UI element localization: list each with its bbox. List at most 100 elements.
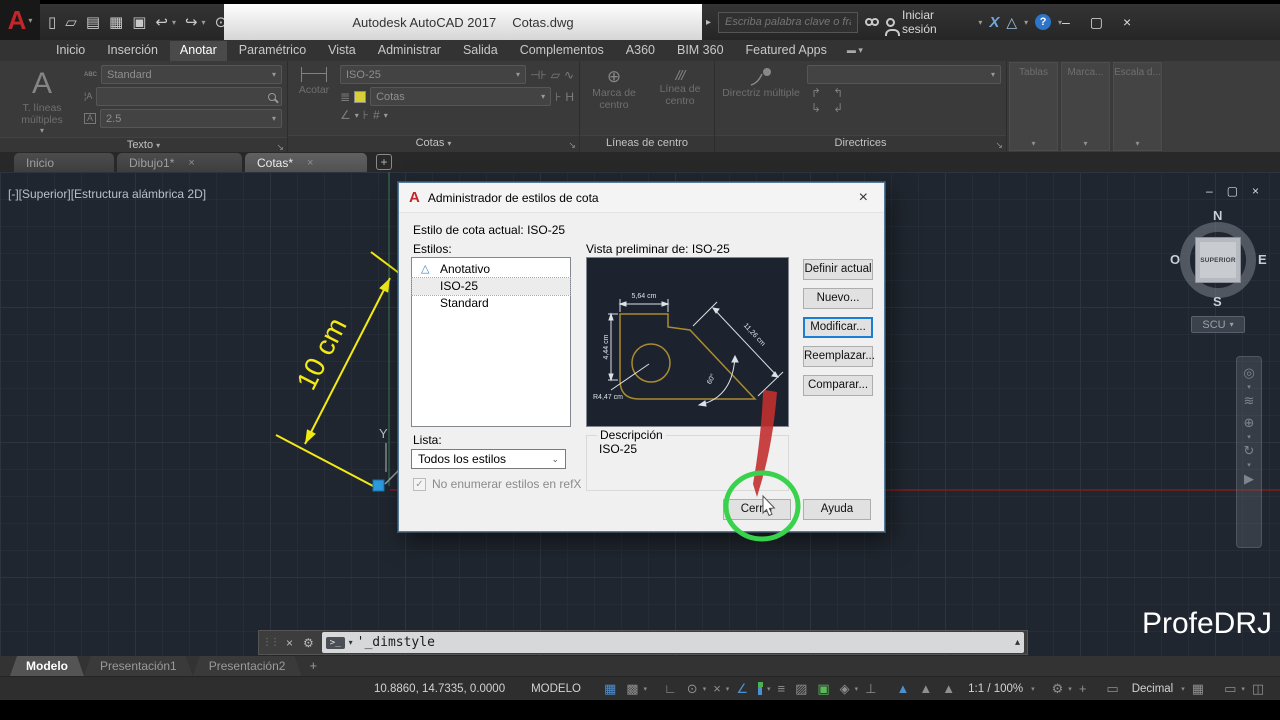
extension-line-icon[interactable]: ⊦ [555,91,561,103]
a360-icon[interactable]: △ [1006,14,1017,31]
tab-featured-apps[interactable]: Featured Apps [736,41,837,61]
modificar-button[interactable]: Modificar... [803,317,873,338]
viewcube-east[interactable]: E [1258,252,1267,267]
panel-marca[interactable]: Marca... ▾ [1061,62,1110,151]
style-item-standard[interactable]: Standard [412,295,570,312]
panel-launcher-icon[interactable]: ↘ [995,138,1003,153]
styles-listbox[interactable]: △ Anotativo ISO-25 Standard [411,257,571,427]
command-close-icon[interactable]: × [281,636,298,650]
viewcube-south[interactable]: S [1213,294,1222,309]
pan-icon[interactable]: ≋ [1244,393,1255,409]
viewcube-north[interactable]: N [1213,208,1222,223]
panel-footer-cotas[interactable]: Cotas ▾ ↘ [288,135,579,152]
polar-tracking-icon[interactable]: ⊙ [684,682,701,695]
mleader-align-icon[interactable]: ↳ [811,102,821,114]
panel-footer-directrices[interactable]: Directrices ↘ [715,135,1006,152]
drag-handle[interactable]: ⋮⋮ [259,637,281,648]
text-style-select[interactable]: Standard ▾ [101,65,282,84]
panel-escala[interactable]: Escala d... ▾ [1113,62,1162,151]
chevron-down-icon[interactable]: ▾ [1031,685,1035,693]
object-snap-tracking-icon[interactable]: ∠ [733,682,751,695]
file-tab-cotas[interactable]: Cotas* × [245,153,367,172]
jog-line-icon[interactable]: ∿ [564,69,574,81]
orbit-icon[interactable]: ↻ [1244,443,1255,459]
restore-button[interactable]: ▢ [1090,14,1103,31]
sign-in-dropdown-icon[interactable]: ▾ [978,18,982,27]
chevron-down-icon[interactable]: ▾ [384,111,388,120]
tab-salida[interactable]: Salida [453,41,508,61]
units-icon[interactable]: ▭ [1103,682,1121,695]
application-menu-button[interactable]: A ▾ [0,0,40,40]
sign-in-button[interactable]: Iniciar sesión [902,8,971,36]
minimize-button[interactable]: – [1206,184,1213,198]
style-item-iso25[interactable]: ISO-25 [411,277,571,296]
baseline-dim-icon[interactable]: H [565,91,574,103]
tab-anotar[interactable]: Anotar [169,40,227,61]
annotation-visibility-icon[interactable]: ▲ [894,682,913,695]
selection-cycling-icon[interactable]: ▣ [814,682,832,695]
ortho-icon[interactable]: ∟ [661,682,680,695]
refx-checkbox[interactable]: ✓ No enumerar estilos en refX [413,477,581,491]
chevron-down-icon[interactable]: ▾ [644,685,648,693]
chevron-down-icon[interactable]: ▾ [1247,433,1251,441]
find-text-input[interactable] [96,87,282,106]
quick-calc-icon[interactable]: ▦ [1189,682,1207,695]
close-button[interactable]: × [1123,14,1131,30]
lineweight-icon[interactable]: ≡ [774,682,788,695]
origin-grip[interactable] [372,479,385,492]
chevron-down-icon[interactable]: ▾ [1241,685,1245,693]
space-toggle[interactable]: MODELO [525,683,587,695]
mleader-remove-icon[interactable]: ↰ [833,87,843,99]
navigation-wheel-icon[interactable]: ◎ [1243,365,1254,381]
command-line-bar[interactable]: ⋮⋮ × ⚙ >_ ▾ '_dimstyle ▴ [258,630,1028,655]
dim-layer-select[interactable]: Cotas ▾ [370,87,552,106]
angular-dim-icon[interactable]: ∠ [340,109,351,121]
close-button[interactable]: × [1252,184,1259,198]
tab-a360[interactable]: A360 [616,41,665,61]
comparar-button[interactable]: Comparar... [803,375,873,396]
new-tab-button[interactable]: + [376,154,392,170]
snap-icon[interactable]: ▩ [623,682,641,695]
transparency-icon[interactable]: ▨ [792,682,810,695]
tab-close-icon[interactable]: × [188,157,194,169]
chevron-down-icon[interactable]: ▾ [1247,461,1251,469]
dimension-object[interactable]: 10 cm [275,251,400,487]
graphics-performance-icon[interactable]: ◫ [1249,682,1267,695]
tab-administrar[interactable]: Administrar [368,41,451,61]
gear-icon[interactable]: ⚙ [1049,682,1067,695]
chevron-down-icon[interactable]: ▾ [349,638,353,647]
mleader-add-icon[interactable]: ↱ [811,87,821,99]
new-layout-button[interactable]: + [301,656,325,676]
mtext-dropdown-icon[interactable]: ▾ [40,126,44,135]
restore-button[interactable]: ▢ [1227,184,1238,198]
tab-bim360[interactable]: BIM 360 [667,41,734,61]
viewcube[interactable]: N S E O SUPERIOR [1170,208,1267,309]
chevron-down-icon[interactable]: ▾ [1135,139,1139,148]
isodraft-icon[interactable]: × [710,682,724,695]
wrench-icon[interactable]: ⚙ [298,636,319,650]
linea-centro-button[interactable]: /// Línea de centro [652,65,708,133]
panel-footer-texto[interactable]: Texto ▾ ↘ [0,136,287,153]
search-expand-icon[interactable]: ▸ [706,17,711,28]
exchange-apps-icon[interactable]: X [989,14,999,31]
command-history-icon[interactable]: ▴ [1015,637,1020,648]
tab-inicio[interactable]: Inicio [46,41,95,61]
zoom-icon[interactable]: ⊕ [1244,415,1255,431]
command-input[interactable]: >_ ▾ '_dimstyle ▴ [321,632,1024,653]
style-item-anotativo[interactable]: △ Anotativo [412,261,570,278]
ribbon-state-dropdown-icon[interactable]: ▬ ▾ [847,45,863,56]
3d-osnap-icon[interactable]: ◈ [837,682,853,695]
dialog-close-icon[interactable]: × [853,189,874,207]
redo-dropdown-icon[interactable]: ▾ [202,18,206,27]
viewcube-face-superior[interactable]: SUPERIOR [1195,237,1241,283]
checkbox-mark-icon[interactable]: ✓ [413,477,426,491]
chevron-down-icon[interactable]: ▾ [1181,685,1185,693]
panel-tablas[interactable]: Tablas ▾ [1009,62,1058,151]
mleader-collect-icon[interactable]: ↲ [833,102,843,114]
mleader-style-select[interactable]: ▾ [807,65,1001,84]
new-file-icon[interactable]: ▯ [48,13,56,31]
undo-icon[interactable]: ↩ [155,13,168,31]
scu-button[interactable]: SCU ▾ [1191,316,1245,333]
grid-icon[interactable]: ▦ [601,682,619,695]
plus-icon[interactable]: + [1076,682,1090,695]
